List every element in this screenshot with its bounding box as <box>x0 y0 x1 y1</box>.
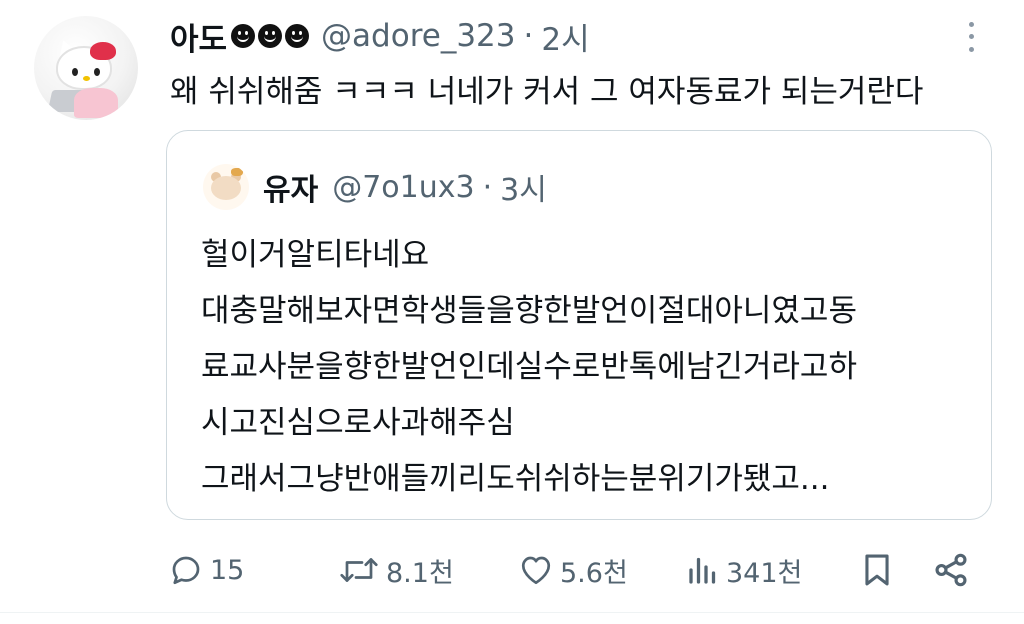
views-button[interactable]: 341천 <box>686 548 802 592</box>
smiley-icon <box>231 24 256 48</box>
quoted-text-line: 그래서그냥반애들끼리도쉬쉬하는분위기가됐고... <box>201 461 830 497</box>
quoted-tweet-timestamp: 3시 <box>500 173 547 208</box>
quoted-tweet-text: 헐이거알티타네요 대충말해보자면학생들을향한발언이절대아니였고동 료교사분을향한… <box>201 227 971 507</box>
quoted-text-line: 대충말해보자면학생들을향한발언이절대아니였고동 <box>201 293 857 329</box>
reply-button[interactable]: 15 <box>168 548 244 592</box>
retweet-count: 8.1천 <box>386 557 454 589</box>
separator-dot: · <box>523 18 534 54</box>
retweet-icon <box>338 552 380 588</box>
avatar-nose <box>83 76 90 81</box>
quoted-text-line: 시고진심으로사과해주심 <box>201 405 515 441</box>
quoted-author-handle: @7o1ux3 <box>332 169 475 205</box>
tweet[interactable]: 아도 @adore_323 · 2시 왜 쉬쉬해줌 ㅋㅋㅋ 너네가 커서 그 여… <box>0 0 1024 624</box>
avatar-bow <box>90 42 116 60</box>
quoted-tweet[interactable]: 유자 @7o1ux3 · 3시 헐이거알티타네요 대충말해보자면학생들을향한발언… <box>166 130 992 520</box>
author-handle[interactable]: @adore_323 <box>321 18 515 54</box>
share-button[interactable] <box>932 548 970 592</box>
view-count: 341천 <box>726 557 803 589</box>
smiley-icon <box>258 24 283 48</box>
author-display-name[interactable]: 아도 <box>170 14 227 59</box>
reply-count: 15 <box>210 554 245 586</box>
reply-icon <box>168 552 204 588</box>
analytics-icon <box>686 552 720 588</box>
quoted-text-line: 헐이거알티타네요 <box>201 237 430 273</box>
heart-icon <box>518 552 554 588</box>
bookmark-button[interactable] <box>860 548 894 592</box>
quoted-text-line: 료교사분을향한발언인데실수로반톡에남긴거라고하 <box>201 349 857 385</box>
avatar-body <box>74 88 118 118</box>
tweet-header: 아도 @adore_323 · 2시 <box>170 14 590 58</box>
bookmark-icon <box>860 551 894 589</box>
avatar-eye-right <box>94 68 100 76</box>
quoted-author-avatar <box>203 164 249 210</box>
retweet-button[interactable]: 8.1천 <box>338 548 454 592</box>
smiley-icon <box>285 24 310 48</box>
like-button[interactable]: 5.6천 <box>518 548 628 592</box>
tweet-text: 왜 쉬쉬해줌 ㅋㅋㅋ 너네가 커서 그 여자동료가 되는거란다 <box>170 74 924 110</box>
tweet-timestamp[interactable]: 2시 <box>541 14 589 59</box>
quoted-author-display-name: 유자 <box>263 173 319 208</box>
quoted-tweet-header: 유자 @7o1ux3 · 3시 <box>203 164 547 210</box>
share-icon <box>932 551 970 589</box>
avatar-eye-left <box>72 68 78 76</box>
more-options-icon[interactable] <box>962 18 980 56</box>
author-avatar[interactable] <box>34 16 138 120</box>
action-bar: 15 8.1천 5.6천 341천 <box>0 548 1024 592</box>
tweet-divider <box>0 612 1024 613</box>
display-name-emoji <box>231 24 310 48</box>
separator-dot: · <box>482 169 493 205</box>
like-count: 5.6천 <box>560 557 628 589</box>
